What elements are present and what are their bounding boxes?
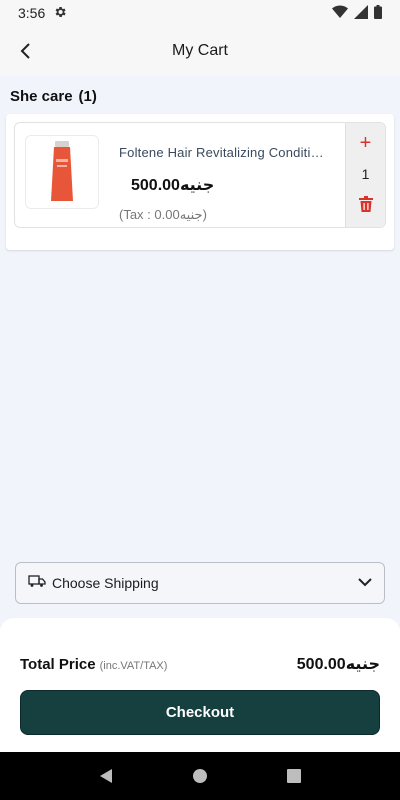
- system-nav-bar: [0, 752, 400, 800]
- product-tax: (Tax : 0.00جنيه): [119, 207, 207, 222]
- cart-panel: Foltene Hair Revitalizing Conditioner 50…: [6, 114, 394, 250]
- quantity-value: 1: [361, 165, 370, 182]
- signal-icon: [354, 4, 368, 22]
- battery-icon: [374, 4, 382, 22]
- product-price: 500.00جنيه: [131, 177, 215, 194]
- store-name: She care: [10, 88, 73, 105]
- status-bar: 3:56: [0, 0, 400, 26]
- checkout-sheet: Total Price (inc.VAT/TAX) 500.00جنيه Che…: [0, 618, 400, 752]
- arrow-left-icon[interactable]: [14, 39, 38, 63]
- checkout-button[interactable]: Checkout: [20, 690, 380, 735]
- gear-icon: [53, 5, 67, 22]
- trash-icon[interactable]: [358, 196, 373, 217]
- store-header: She care (1): [10, 88, 97, 105]
- page-title: My Cart: [172, 42, 228, 59]
- recents-square-icon[interactable]: [286, 769, 301, 783]
- back-triangle-icon[interactable]: [99, 768, 113, 784]
- total-value: 500.00جنيه: [296, 656, 380, 673]
- increase-quantity-button[interactable]: +: [360, 133, 372, 153]
- wifi-icon: [332, 4, 348, 22]
- total-sub-label: (inc.VAT/TAX): [99, 660, 168, 672]
- quantity-stepper: + 1: [345, 123, 385, 227]
- total-label: Total Price: [20, 656, 96, 673]
- home-circle-icon[interactable]: [192, 768, 208, 784]
- store-item-count: (1): [78, 88, 97, 105]
- app-bar: My Cart: [0, 26, 400, 76]
- status-time: 3:56: [18, 5, 46, 21]
- product-name[interactable]: Foltene Hair Revitalizing Conditioner: [119, 145, 329, 160]
- shipping-label: Choose Shipping: [52, 575, 159, 591]
- product-image[interactable]: [25, 135, 99, 209]
- total-row: Total Price (inc.VAT/TAX) 500.00جنيه: [20, 654, 380, 674]
- chevron-down-icon: [358, 574, 372, 592]
- choose-shipping-dropdown[interactable]: Choose Shipping: [15, 562, 385, 604]
- truck-icon: [28, 574, 46, 592]
- cart-item: Foltene Hair Revitalizing Conditioner 50…: [14, 122, 386, 228]
